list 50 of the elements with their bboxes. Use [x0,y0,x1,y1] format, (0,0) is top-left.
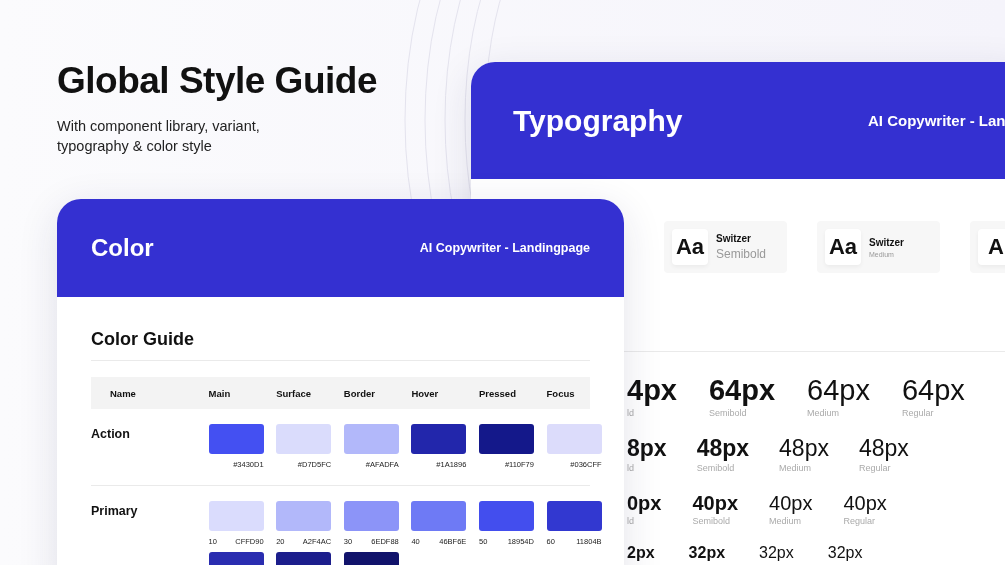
size-sample: 64px [902,376,965,405]
row-name: Primary [91,503,138,518]
weight-label: ld [627,516,635,526]
size-sample: 4px [627,376,677,405]
column-header: Border [343,387,376,399]
card-title: Typography [513,103,683,138]
font-sample: A [978,229,1005,265]
font-sample: Aa [825,229,861,265]
project-name: AI Copywriter - Landingpage [419,241,590,255]
font-sample: Aa [672,229,708,265]
weight-label: Regular [843,516,876,526]
column-header: Name [109,387,137,399]
weight-label: Medium [769,516,803,526]
font-family: Switzer [716,233,752,244]
page-subtitle: With component library, variant, typography & color style [57,117,261,156]
weight-label: Medium [807,408,841,418]
column-header: Main [208,387,232,399]
size-sample: 40px [769,493,813,513]
weight-label: Regular [858,463,892,473]
column-header: Hover [411,387,440,399]
column-header: Focus [546,387,576,399]
weight-label: Regular [902,408,935,418]
column-header: Pressed [478,387,517,399]
size-sample: 32px [827,545,863,561]
weight-label: Semibold [696,463,736,473]
project-name: AI Copywriter - Lan [868,112,1005,129]
weight-label: Medium [779,463,813,473]
weight-label: ld [627,463,635,473]
card-title: Color [91,234,154,262]
font-family: Switzer [869,236,904,248]
size-sample: 48px [779,437,829,460]
size-sample: 48px [696,437,750,460]
section-title: Color Guide [91,329,195,350]
size-sample: 2px [627,545,655,561]
page-title: Global Style Guide [57,60,377,102]
size-sample: 48px [858,437,909,460]
column-header: Surface [276,387,313,399]
font-weight: Semibold [716,247,767,261]
row-name: Action [91,426,130,441]
size-sample: 64px [807,376,870,405]
size-sample: 0px [627,493,662,513]
weight-label: Semibold [709,408,748,418]
weight-label: Semibold [692,516,731,526]
size-sample: 32px [688,545,726,561]
size-sample: 40px [692,493,739,513]
size-sample: 64px [709,376,776,405]
weight-label: ld [627,408,635,418]
size-sample: 40px [843,493,887,513]
size-sample: 8px [627,437,667,460]
size-sample: 32px [759,545,794,561]
